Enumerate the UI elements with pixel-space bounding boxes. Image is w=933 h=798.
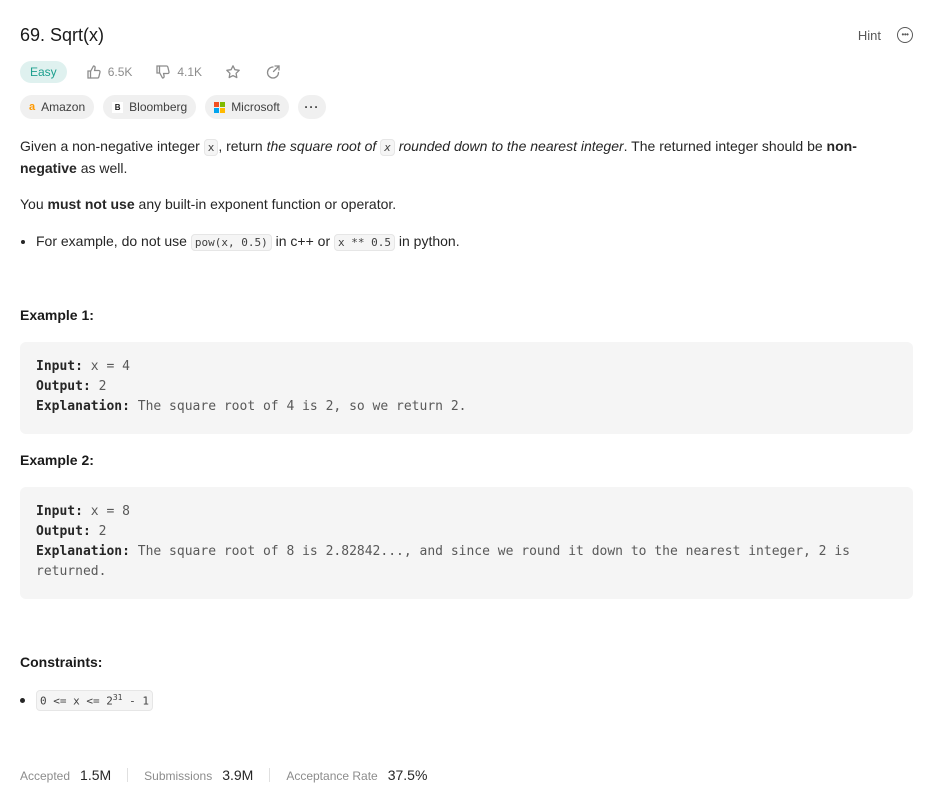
- divider: [127, 768, 129, 782]
- description-paragraph-2: You must not use any built-in exponent f…: [20, 194, 913, 215]
- explanation-value: The square root of 8 is 2.82842..., and …: [36, 544, 858, 579]
- constraint-text: 0 <= x <= 2: [40, 694, 113, 708]
- stat-value: 1.5M: [80, 767, 112, 783]
- more-options-icon[interactable]: •••: [897, 27, 913, 43]
- stats-row: Accepted 1.5M Submissions 3.9M Acceptanc…: [20, 765, 427, 785]
- dislike-button[interactable]: 4.1K: [154, 63, 202, 81]
- text: as well.: [76, 160, 128, 176]
- constraints-title: Constraints:: [20, 654, 103, 670]
- text: For example, do not use: [36, 233, 191, 249]
- stat-value: 37.5%: [387, 767, 428, 783]
- output-value: 2: [90, 524, 107, 539]
- example-explanation: Explanation: The square root of 4 is 2, …: [36, 397, 897, 417]
- accepted-stat: Accepted 1.5M: [20, 767, 111, 783]
- text: , return: [218, 138, 267, 154]
- constraint-code: 0 <= x <= 231 - 1: [36, 690, 153, 711]
- explanation-value: The square root of 4 is 2, so we return …: [129, 399, 467, 414]
- description-paragraph-1: Given a non-negative integer x, return t…: [20, 136, 913, 179]
- text: Given a non-negative integer: [20, 138, 204, 154]
- text: in python.: [394, 233, 460, 249]
- description-bullets: For example, do not use pow(x, 0.5) in c…: [20, 231, 913, 253]
- share-button[interactable]: [264, 63, 282, 81]
- example-1-box: Input: x = 4 Output: 2 Explanation: The …: [20, 342, 913, 434]
- example-2-title: Example 2:: [20, 452, 94, 468]
- example-input: Input: x = 4: [36, 357, 897, 377]
- example-input: Input: x = 8: [36, 502, 897, 522]
- constraint-item: 0 <= x <= 231 - 1: [20, 690, 153, 711]
- example-output: Output: 2: [36, 522, 897, 542]
- submissions-stat: Submissions 3.9M: [144, 767, 253, 783]
- bullet-dot: [20, 697, 25, 703]
- hint-button[interactable]: Hint: [858, 28, 881, 43]
- inline-code: x ** 0.5: [334, 234, 395, 251]
- company-name: Microsoft: [231, 100, 280, 114]
- acceptance-rate-stat: Acceptance Rate 37.5%: [286, 767, 427, 783]
- input-value: x = 8: [82, 504, 130, 519]
- divider: [269, 768, 271, 782]
- output-label: Output:: [36, 524, 91, 539]
- stat-label: Accepted: [20, 769, 71, 783]
- example-explanation: Explanation: The square root of 8 is 2.8…: [36, 542, 897, 582]
- output-label: Output:: [36, 379, 91, 394]
- text: any built-in exponent function or operat…: [134, 196, 397, 212]
- title-row: 69. Sqrt(x) Hint •••: [20, 22, 913, 48]
- stat-value: 3.9M: [222, 767, 254, 783]
- difficulty-badge: Easy: [20, 61, 67, 83]
- explanation-label: Explanation:: [36, 399, 130, 414]
- example-1-title: Example 1:: [20, 307, 94, 323]
- dislike-count: 4.1K: [177, 65, 203, 79]
- inline-code-x: x: [380, 139, 395, 156]
- problem-title[interactable]: 69. Sqrt(x): [20, 25, 104, 46]
- stat-label: Submissions: [144, 769, 213, 783]
- amazon-logo-icon: a: [29, 101, 36, 113]
- company-tags: a Amazon B Bloomberg Microsoft ···: [20, 95, 326, 119]
- emphasis-text: rounded down to the nearest integer: [394, 138, 624, 154]
- problem-description-panel: 69. Sqrt(x) Hint ••• Easy 6.5K 4.1K a Am…: [0, 0, 933, 798]
- bullet-list: For example, do not use pow(x, 0.5) in c…: [20, 231, 913, 253]
- text: in c++ or: [271, 233, 334, 249]
- favorite-button[interactable]: [224, 63, 242, 81]
- list-item: For example, do not use pow(x, 0.5) in c…: [36, 231, 913, 253]
- example-2-box: Input: x = 8 Output: 2 Explanation: The …: [20, 487, 913, 599]
- text: You: [20, 196, 48, 212]
- company-tag-bloomberg[interactable]: B Bloomberg: [103, 95, 197, 119]
- title-actions: Hint •••: [858, 27, 913, 43]
- input-label: Input:: [36, 504, 83, 519]
- text: . The returned integer should be: [623, 138, 827, 154]
- more-companies-button[interactable]: ···: [297, 95, 326, 119]
- strong-text: must not use: [47, 196, 135, 212]
- input-value: x = 4: [82, 359, 130, 374]
- star-icon: [224, 63, 242, 81]
- company-name: Amazon: [41, 100, 86, 114]
- inline-code-x: x: [203, 139, 219, 156]
- meta-row: Easy 6.5K 4.1K: [20, 59, 304, 85]
- like-count: 6.5K: [107, 65, 133, 79]
- output-value: 2: [90, 379, 107, 394]
- like-button[interactable]: 6.5K: [85, 63, 133, 81]
- thumbs-up-icon: [85, 63, 103, 81]
- microsoft-logo-icon: [214, 101, 226, 113]
- constraint-exponent: 31: [112, 693, 123, 702]
- emphasis-text: the square root of: [266, 138, 381, 154]
- example-output: Output: 2: [36, 377, 897, 397]
- company-tag-microsoft[interactable]: Microsoft: [205, 95, 289, 119]
- company-name: Bloomberg: [129, 100, 188, 114]
- inline-code: pow(x, 0.5): [190, 234, 272, 251]
- explanation-label: Explanation:: [36, 544, 130, 559]
- stat-label: Acceptance Rate: [286, 769, 378, 783]
- company-tag-amazon[interactable]: a Amazon: [20, 95, 95, 119]
- constraint-text: - 1: [122, 694, 149, 708]
- thumbs-down-icon: [154, 63, 172, 81]
- bloomberg-logo-icon: B: [112, 101, 124, 113]
- share-icon: [264, 63, 282, 81]
- input-label: Input:: [36, 359, 83, 374]
